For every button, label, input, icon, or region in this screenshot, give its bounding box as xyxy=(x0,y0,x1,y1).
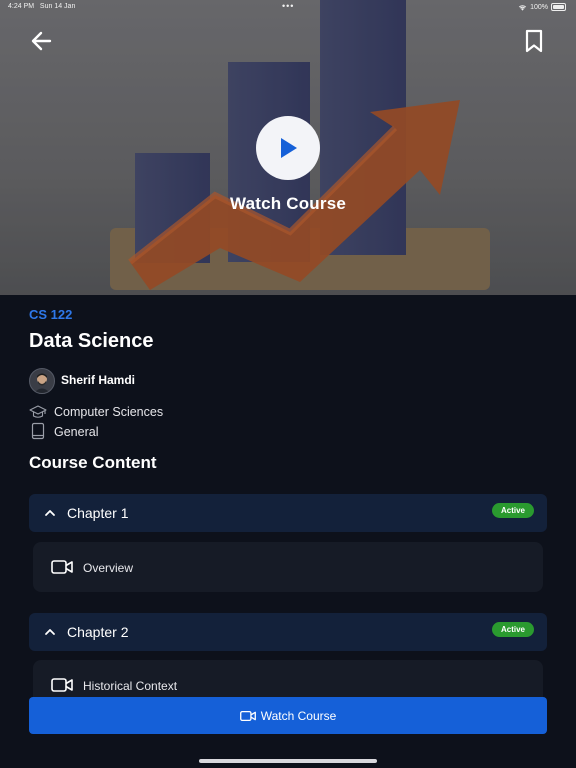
watch-course-button[interactable]: Watch Course xyxy=(29,697,547,734)
chapter-2-header[interactable]: Chapter 2 Active xyxy=(29,613,547,651)
video-camera-icon xyxy=(51,560,73,574)
bookmark-icon[interactable] xyxy=(520,27,548,55)
wifi-icon xyxy=(518,4,527,11)
course-content-heading: Course Content xyxy=(29,453,157,472)
chapter-1-header[interactable]: Chapter 1 Active xyxy=(29,494,547,532)
lesson-label: Overview xyxy=(83,561,134,575)
play-button[interactable] xyxy=(256,116,320,180)
book-icon xyxy=(31,422,45,440)
back-arrow-icon[interactable] xyxy=(28,27,56,55)
avatar-face-icon xyxy=(34,373,50,393)
course-title: Data Science xyxy=(29,330,154,352)
play-icon xyxy=(281,138,297,158)
hero-watch-label[interactable]: Watch Course xyxy=(0,194,576,214)
lesson-item-overview[interactable]: Overview xyxy=(33,542,543,592)
chapter-title: Chapter 2 xyxy=(67,624,129,640)
graduation-cap-icon xyxy=(29,405,47,418)
chapter-title: Chapter 1 xyxy=(67,505,129,521)
instructor-avatar[interactable] xyxy=(29,368,55,394)
department-label: Computer Sciences xyxy=(54,405,164,419)
course-code: CS 122 xyxy=(29,307,73,322)
chevron-up-icon[interactable] xyxy=(43,625,57,639)
category-label: General xyxy=(54,425,99,439)
status-indicators: 100% xyxy=(518,3,566,11)
status-bar: 4:24 PM Sun 14 Jan ••• 100% xyxy=(0,0,576,14)
video-camera-icon xyxy=(239,710,256,721)
watch-course-label: Watch Course xyxy=(260,708,337,723)
status-time-date: 4:24 PM Sun 14 Jan xyxy=(8,3,76,10)
battery-percent: 100% xyxy=(530,3,548,11)
video-camera-icon xyxy=(51,678,73,692)
battery-icon xyxy=(551,3,566,11)
instructor-name[interactable]: Sherif Hamdi xyxy=(61,373,135,387)
chevron-up-icon[interactable] xyxy=(43,506,57,520)
status-badge: Active xyxy=(491,503,534,518)
status-badge: Active xyxy=(491,622,534,637)
multitask-dots-icon[interactable]: ••• xyxy=(282,1,294,11)
home-indicator[interactable] xyxy=(199,759,377,763)
lesson-label: Historical Context xyxy=(83,679,178,693)
